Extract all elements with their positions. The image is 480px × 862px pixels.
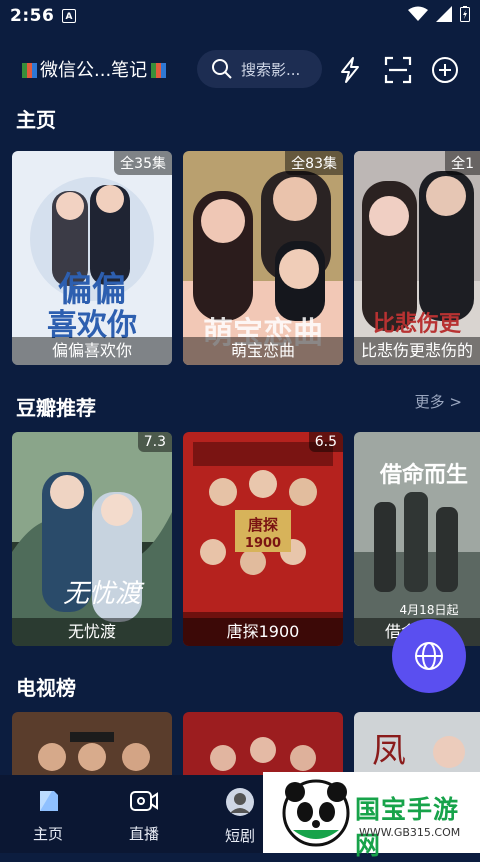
book-icon [20,60,38,78]
poster-image: 借命而生 4月18日起 [354,432,480,646]
nav-home[interactable]: 主页 [13,787,83,844]
poster-title: 萌宝恋曲 [183,337,343,365]
nav-live[interactable]: 直播 [109,787,179,844]
section-title-douban: 豆瓣推荐 [16,396,96,420]
panda-logo-icon [282,779,350,847]
more-link[interactable]: 更多 > [415,391,462,412]
poster-card[interactable]: 唐探 1900 6.5 唐探1900 [183,432,343,646]
poster-card[interactable] [12,712,172,775]
app-title-link[interactable]: 微信公...笔记 [18,56,169,82]
svg-text:凤: 凤 [372,731,406,771]
poster-card[interactable]: 借命而生 4月18日起 借命而生 [354,432,480,646]
svg-text:偏偏: 偏偏 [58,270,126,310]
svg-text:比悲伤更: 比悲伤更 [373,311,462,337]
poster-title: 无忧渡 [12,618,172,646]
poster-image: 凤 [354,712,480,775]
scan-icon[interactable] [383,55,413,85]
poster-image: 偏偏 喜欢你 [12,151,172,365]
wifi-icon [408,6,428,21]
book-icon [149,60,167,78]
poster-image: 无忧渡 [12,432,172,646]
section-title-home: 主页 [16,108,56,132]
add-icon[interactable] [430,55,460,85]
poster-card[interactable]: 凤 [354,712,480,775]
battery-icon [460,6,470,22]
svg-text:无忧渡: 无忧渡 [63,579,145,609]
svg-text:1900: 1900 [245,536,281,551]
search-input[interactable]: 搜索影... [197,50,322,88]
episode-badge: 全83集 [285,151,343,175]
notification-icon: A [62,9,76,23]
poster-card[interactable]: 萌宝恋曲 全83集 萌宝恋曲 [183,151,343,365]
episode-badge: 全35集 [114,151,172,175]
home-icon [40,791,58,811]
lightning-icon[interactable] [335,55,365,85]
poster-image [12,712,172,775]
poster-image: 唐探 1900 [183,432,343,646]
avatar-icon [226,788,254,816]
poster-card[interactable] [183,712,343,775]
video-camera-icon [130,791,158,811]
status-bar: 2:56 A [0,0,480,34]
rating-badge: 7.3 [137,432,172,452]
poster-image: 萌宝恋曲 [183,151,343,365]
nav-live-label: 直播 [128,825,159,843]
search-placeholder: 搜索影... [241,60,301,79]
watermark-url: WWW.GB315.COM [359,826,461,839]
poster-card[interactable]: 偏偏 喜欢你 全35集 偏偏喜欢你 [12,151,172,365]
nav-home-label: 主页 [32,825,63,843]
site-watermark: 国宝手游网 WWW.GB315.COM [263,772,480,860]
status-time: 2:56 [10,6,55,26]
poster-image: 比悲伤更 [354,151,480,365]
poster-card[interactable]: 无忧渡 7.3 无忧渡 [12,432,172,646]
svg-text:唐探: 唐探 [248,516,278,534]
top-header: 微信公...笔记 搜索影... [0,42,480,98]
section-title-tv: 电视榜 [16,676,76,700]
globe-fab-button[interactable] [392,619,466,693]
svg-text:借命而生: 借命而生 [379,462,468,488]
poster-image [183,712,343,775]
poster-card[interactable]: 比悲伤更 全1 比悲伤更悲伤的 [354,151,480,365]
poster-title: 比悲伤更悲伤的 [354,337,480,365]
poster-title: 偏偏喜欢你 [12,337,172,365]
signal-icon [436,6,452,22]
globe-icon [415,642,443,670]
episode-badge: 全1 [445,151,480,175]
search-icon [212,59,232,79]
app-title: 微信公...笔记 [40,60,148,81]
rating-badge: 6.5 [308,432,343,452]
poster-title: 唐探1900 [183,618,343,646]
svg-text:4月18日起: 4月18日起 [400,603,459,617]
